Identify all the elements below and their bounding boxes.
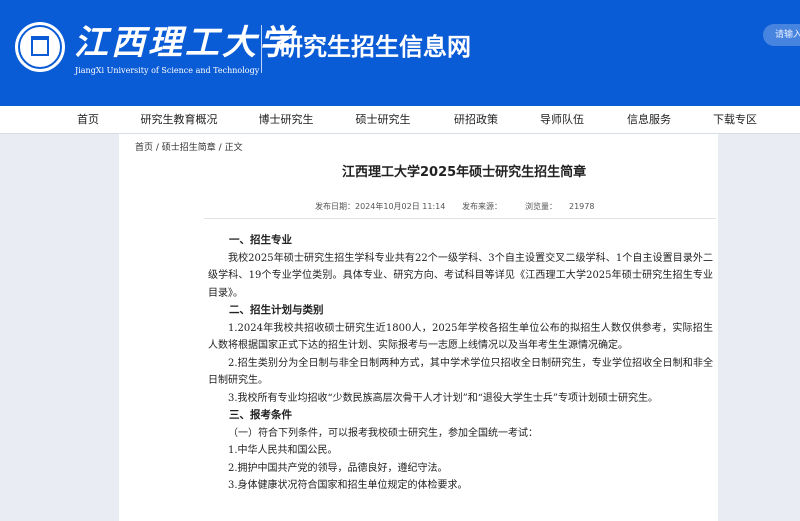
nav-item-downloads[interactable]: 下载专区	[713, 106, 757, 133]
article-title: 江西理工大学2025年硕士研究生招生简章	[342, 165, 587, 180]
article-paragraph: 3.我校所有专业均招收“少数民族高层次骨干人才计划”和“退役大学生士兵”专项计划…	[228, 392, 658, 404]
nav-item-graduate-education-overview[interactable]: 研究生教育概况	[141, 106, 218, 133]
nav-item-admission-policy[interactable]: 研招政策	[454, 106, 498, 133]
article-paragraph: 3.身体健康状况符合国家和招生单位规定的体检要求。	[228, 480, 468, 491]
article-paragraph: 1.2024年我校共招收硕士研究生近1800人，2025年学校各招生单位公布的拟…	[208, 322, 713, 352]
article-paragraph: （一）符合下列条件，可以报考我校硕士研究生，参加全国统一考试：	[228, 427, 538, 439]
publish-date-value: 2024年10月02日 11:14	[355, 202, 446, 211]
meta-divider	[204, 218, 716, 219]
site-title[interactable]: 研究生招生信息网	[279, 32, 471, 62]
view-count-label: 浏览量：	[525, 202, 557, 211]
breadcrumb: 首页 / 硕士招生简章 / 正文	[135, 141, 243, 155]
publish-date-label: 发布日期：	[315, 202, 355, 211]
nav-item-information-services[interactable]: 信息服务	[627, 106, 671, 133]
publish-source-label: 发布来源：	[462, 202, 502, 211]
breadcrumb-separator: /	[215, 143, 225, 153]
breadcrumb-home[interactable]: 首页	[135, 143, 153, 153]
breadcrumb-current: 正文	[224, 143, 243, 153]
section-heading: 一、招生专业	[229, 234, 292, 246]
nav-item-supervisors[interactable]: 导师队伍	[540, 106, 584, 133]
nav-item-doctoral[interactable]: 博士研究生	[259, 106, 314, 133]
article-body: 一、招生专业 我校2025年硕士研究生招生学科专业共有22个一级学科、3个自主设…	[208, 232, 713, 495]
view-count-value: 21978	[569, 202, 595, 211]
header-divider	[261, 25, 262, 73]
nav-item-masters[interactable]: 硕士研究生	[356, 106, 411, 133]
section-heading: 三、报考条件	[229, 409, 292, 421]
nav-item-home[interactable]: 首页	[77, 106, 99, 133]
article-paragraph: 1.中华人民共和国公民。	[228, 445, 338, 456]
publish-date: 发布日期：2024年10月02日 11:14	[315, 201, 445, 213]
view-count: 浏览量： 21978	[525, 201, 594, 213]
article-paragraph: 2.拥护中国共产党的领导，品德良好，遵纪守法。	[228, 462, 448, 474]
section-heading: 二、招生计划与类别	[229, 304, 324, 316]
university-english-name: JiangXi University of Science and Techno…	[75, 66, 260, 75]
breadcrumb-separator: /	[153, 143, 162, 153]
publish-source: 发布来源：	[462, 201, 502, 213]
article-paragraph: 2.招生类别分为全日制与非全日制两种方式，其中学术学位只招收全日制研究生，专业学…	[208, 357, 713, 387]
university-seal-icon[interactable]	[15, 22, 65, 72]
main-nav: 首页 研究生教育概况 博士研究生 硕士研究生 研招政策 导师队伍 信息服务 下载…	[0, 106, 800, 134]
university-name-logo[interactable]: 江西理工大学	[74, 24, 296, 62]
article-paragraph: 我校2025年硕士研究生招生学科专业共有22个一级学科、3个自主设置交叉二级学科…	[208, 252, 713, 299]
search-input[interactable]: 请输入	[763, 24, 800, 46]
breadcrumb-section[interactable]: 硕士招生简章	[162, 143, 216, 153]
site-header: 江西理工大学 JiangXi University of Science and…	[0, 0, 800, 106]
